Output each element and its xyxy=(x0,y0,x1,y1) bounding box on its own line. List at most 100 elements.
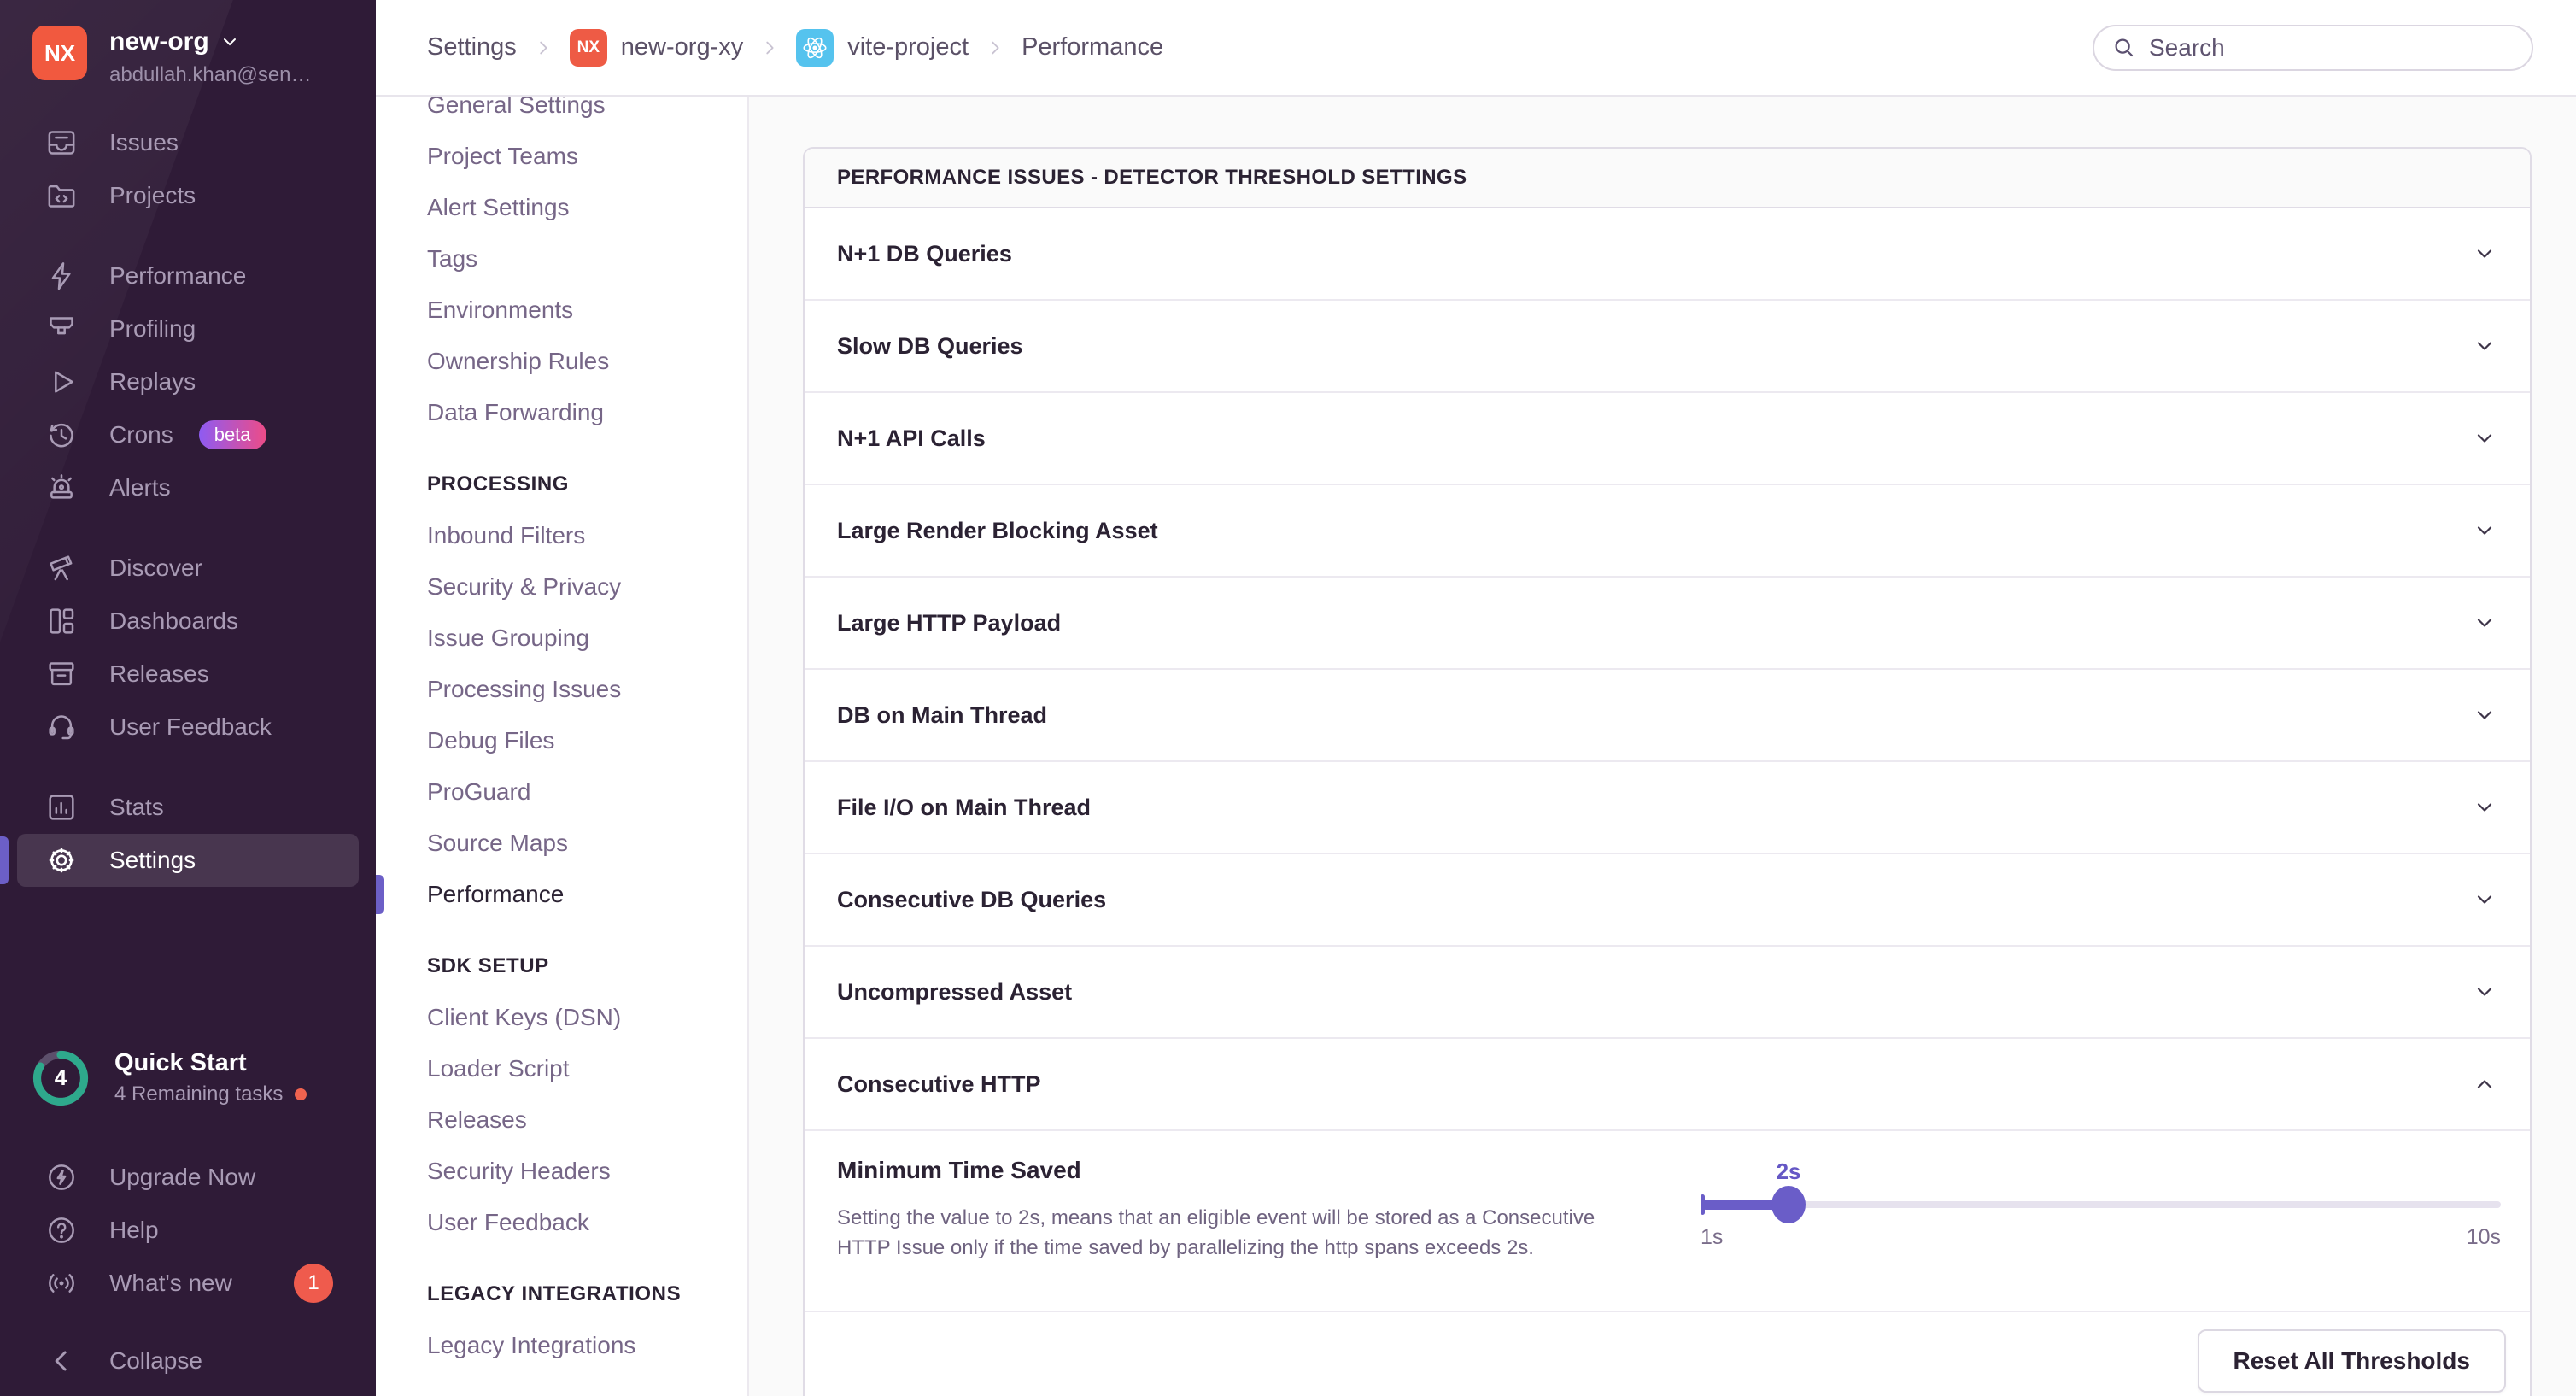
issues-icon xyxy=(44,126,79,160)
breadcrumb-page: Performance xyxy=(1022,33,1163,62)
breadcrumb-settings[interactable]: Settings xyxy=(427,33,517,62)
sidebar-item-discover[interactable]: Discover xyxy=(0,542,376,595)
settings-icon xyxy=(44,843,79,877)
breadcrumb: Settings NX new-org-xy vite-project Perf… xyxy=(427,29,1163,67)
subnav-item-performance[interactable]: Performance xyxy=(376,869,747,920)
subnav-item-releases[interactable]: Releases xyxy=(376,1094,747,1146)
chevron-left-icon xyxy=(44,1344,79,1378)
chevron-down-icon xyxy=(2472,610,2497,636)
subnav-item-security-privacy[interactable]: Security & Privacy xyxy=(376,561,747,613)
subnav-section-processing: PROCESSING xyxy=(376,459,747,510)
alerts-icon xyxy=(44,471,79,505)
chevron-down-icon xyxy=(2472,425,2497,451)
sidebar-item-upgrade-now[interactable]: Upgrade Now xyxy=(0,1151,376,1204)
detector-row-slow-db-queries[interactable]: Slow DB Queries xyxy=(805,301,2530,393)
detector-row-n1-api-calls[interactable]: N+1 API Calls xyxy=(805,393,2530,485)
sidebar-item-user-feedback[interactable]: User Feedback xyxy=(0,701,376,754)
detector-row-large-render-blocking-asset[interactable]: Large Render Blocking Asset xyxy=(805,485,2530,578)
sidebar-item-settings[interactable]: Settings xyxy=(17,834,359,887)
subnav-item-debug-files[interactable]: Debug Files xyxy=(376,715,747,766)
global-search[interactable] xyxy=(2093,25,2533,71)
setting-description: Setting the value to 2s, means that an e… xyxy=(837,1203,1644,1263)
sidebar-item-stats[interactable]: Stats xyxy=(0,781,376,834)
upgrade-icon xyxy=(44,1160,79,1194)
chevron-down-icon xyxy=(2472,979,2497,1005)
sidebar-item-crons[interactable]: Crons beta xyxy=(0,408,376,461)
app-sidebar: NX new-org abdullah.khan@sen… Issues Pro… xyxy=(0,0,376,1396)
chevron-up-icon xyxy=(2472,1071,2497,1097)
breadcrumb-separator-icon xyxy=(760,38,779,57)
performance-icon xyxy=(44,259,79,293)
reset-all-thresholds-button[interactable]: Reset All Thresholds xyxy=(2198,1329,2506,1393)
quickstart-title: Quick Start xyxy=(114,1049,307,1077)
sidebar-item-dashboards[interactable]: Dashboards xyxy=(0,595,376,648)
subnav-item-proguard[interactable]: ProGuard xyxy=(376,766,747,818)
quickstart-widget[interactable]: 4 Quick Start 4 Remaining tasks xyxy=(32,1049,307,1106)
subnav-section-legacy-integrations: LEGACY INTEGRATIONS xyxy=(376,1269,747,1320)
search-input[interactable] xyxy=(2149,34,2515,62)
subnav-item-project-teams[interactable]: Project Teams xyxy=(376,131,747,182)
stats-icon xyxy=(44,790,79,824)
discover-icon xyxy=(44,551,79,585)
subnav-item-source-maps[interactable]: Source Maps xyxy=(376,818,747,869)
sidebar-item-profiling[interactable]: Profiling xyxy=(0,302,376,355)
subnav-item-user-feedback[interactable]: User Feedback xyxy=(376,1197,747,1248)
org-avatar[interactable]: NX xyxy=(32,26,87,80)
slider-thumb[interactable] xyxy=(1771,1186,1806,1223)
sidebar-item-help[interactable]: Help xyxy=(0,1204,376,1257)
chevron-down-icon xyxy=(2472,518,2497,543)
detector-row-uncompressed-asset[interactable]: Uncompressed Asset xyxy=(805,947,2530,1039)
subnav-section-sdk-setup: SDK SETUP xyxy=(376,941,747,992)
replays-icon xyxy=(44,365,79,399)
sidebar-item-issues[interactable]: Issues xyxy=(0,116,376,169)
quickstart-subtitle: 4 Remaining tasks xyxy=(114,1082,283,1106)
slider-min-label: 1s xyxy=(1701,1225,1723,1250)
detector-row-large-http-payload[interactable]: Large HTTP Payload xyxy=(805,578,2530,670)
threshold-settings-panel: PERFORMANCE ISSUES - DETECTOR THRESHOLD … xyxy=(803,147,2532,1396)
sidebar-item-releases[interactable]: Releases xyxy=(0,648,376,701)
panel-title: PERFORMANCE ISSUES - DETECTOR THRESHOLD … xyxy=(805,149,2530,208)
beta-badge: beta xyxy=(199,420,266,449)
dashboards-icon xyxy=(44,604,79,638)
subnav-item-inbound-filters[interactable]: Inbound Filters xyxy=(376,510,747,561)
slider-track[interactable] xyxy=(1701,1201,2501,1208)
detector-row-file-io-on-main-thread[interactable]: File I/O on Main Thread xyxy=(805,762,2530,854)
subnav-item-client-keys[interactable]: Client Keys (DSN) xyxy=(376,992,747,1043)
sidebar-item-projects[interactable]: Projects xyxy=(0,169,376,222)
detector-row-consecutive-http[interactable]: Consecutive HTTP xyxy=(805,1039,2530,1131)
subnav-item-ownership-rules[interactable]: Ownership Rules xyxy=(376,336,747,387)
subnav-item-processing-issues[interactable]: Processing Issues xyxy=(376,664,747,715)
detector-row-consecutive-db-queries[interactable]: Consecutive DB Queries xyxy=(805,854,2530,947)
detector-row-n1-db-queries[interactable]: N+1 DB Queries xyxy=(805,208,2530,301)
sidebar-item-alerts[interactable]: Alerts xyxy=(0,461,376,514)
sidebar-item-replays[interactable]: Replays xyxy=(0,355,376,408)
chevron-down-icon xyxy=(2472,795,2497,820)
user-feedback-icon xyxy=(44,710,79,744)
subnav-item-issue-grouping[interactable]: Issue Grouping xyxy=(376,613,747,664)
org-switcher[interactable]: NX new-org abdullah.khan@sen… xyxy=(32,26,362,87)
sidebar-item-performance[interactable]: Performance xyxy=(0,249,376,302)
collapse-sidebar-button[interactable]: Collapse xyxy=(0,1334,376,1387)
breadcrumb-project[interactable]: vite-project xyxy=(796,29,969,67)
top-header: Settings NX new-org-xy vite-project Perf… xyxy=(376,0,2576,97)
chevron-down-icon xyxy=(2472,702,2497,728)
slider-value-label: 2s xyxy=(1777,1158,1801,1185)
subnav-item-environments[interactable]: Environments xyxy=(376,284,747,336)
minimum-time-saved-slider[interactable]: 2s 1s 10s xyxy=(1701,1157,2501,1259)
chevron-down-icon xyxy=(2472,333,2497,359)
subnav-item-security-headers[interactable]: Security Headers xyxy=(376,1146,747,1197)
slider-max-label: 10s xyxy=(2467,1225,2501,1250)
detector-row-db-on-main-thread[interactable]: DB on Main Thread xyxy=(805,670,2530,762)
subnav-item-general-settings[interactable]: General Settings xyxy=(376,97,747,131)
primary-nav: Issues Projects Performance Profiling Re… xyxy=(0,116,376,887)
subnav-item-alert-settings[interactable]: Alert Settings xyxy=(376,182,747,233)
subnav-item-loader-script[interactable]: Loader Script xyxy=(376,1043,747,1094)
subnav-item-legacy-integrations[interactable]: Legacy Integrations xyxy=(376,1320,747,1371)
subnav-item-data-forwarding[interactable]: Data Forwarding xyxy=(376,387,747,438)
subnav-item-tags[interactable]: Tags xyxy=(376,233,747,284)
org-name[interactable]: new-org xyxy=(109,27,209,56)
consecutive-http-expanded-section: Minimum Time Saved Setting the value to … xyxy=(805,1131,2530,1312)
whats-new-badge: 1 xyxy=(294,1264,333,1303)
sidebar-item-whats-new[interactable]: What's new 1 xyxy=(0,1257,376,1310)
breadcrumb-org[interactable]: NX new-org-xy xyxy=(570,29,743,67)
